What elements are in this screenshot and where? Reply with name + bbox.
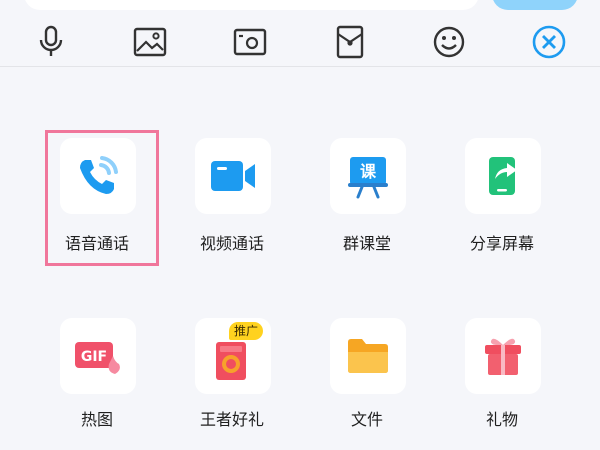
app-tile-video-call[interactable] bbox=[195, 138, 271, 214]
video-camera-icon bbox=[211, 161, 255, 191]
class-board-icon: 课 bbox=[348, 157, 388, 199]
app-tile-gift[interactable] bbox=[465, 318, 541, 394]
top-strip bbox=[0, 0, 600, 16]
app-tile-share-screen[interactable] bbox=[465, 138, 541, 214]
emoji-icon[interactable] bbox=[431, 24, 467, 60]
send-button[interactable] bbox=[492, 0, 578, 10]
gif-icon: GIF bbox=[75, 342, 120, 374]
red-packet-icon[interactable] bbox=[332, 24, 368, 60]
microphone-icon[interactable] bbox=[33, 24, 69, 60]
selection-highlight bbox=[45, 130, 159, 266]
gift-box-icon bbox=[485, 338, 521, 375]
app-label: 视频通话 bbox=[199, 234, 264, 253]
toolbar-divider bbox=[0, 66, 600, 67]
app-label: 热图 bbox=[80, 410, 113, 429]
folder-icon bbox=[348, 339, 388, 373]
input-toolbar bbox=[0, 16, 600, 66]
camera-icon[interactable] bbox=[232, 24, 268, 60]
app-label: 文件 bbox=[350, 410, 383, 429]
promo-badge: 推广 bbox=[229, 322, 264, 340]
app-label: 分享屏幕 bbox=[469, 234, 534, 253]
image-icon[interactable] bbox=[132, 24, 168, 60]
gif-icon-text: GIF bbox=[81, 349, 107, 365]
app-tile-group-class[interactable]: 课 bbox=[330, 138, 406, 214]
app-tile-files[interactable] bbox=[330, 318, 406, 394]
app-label: 礼物 bbox=[485, 410, 518, 429]
close-icon[interactable] bbox=[531, 24, 567, 60]
app-tile-hot-gif[interactable]: GIF bbox=[60, 318, 136, 394]
app-label: 群课堂 bbox=[342, 234, 391, 253]
app-label: 王者好礼 bbox=[199, 410, 264, 429]
class-board-icon-text: 课 bbox=[360, 162, 377, 181]
message-input[interactable] bbox=[24, 0, 479, 10]
share-screen-icon bbox=[489, 157, 517, 195]
app-tile-king-gift[interactable]: 推广 bbox=[195, 318, 271, 394]
